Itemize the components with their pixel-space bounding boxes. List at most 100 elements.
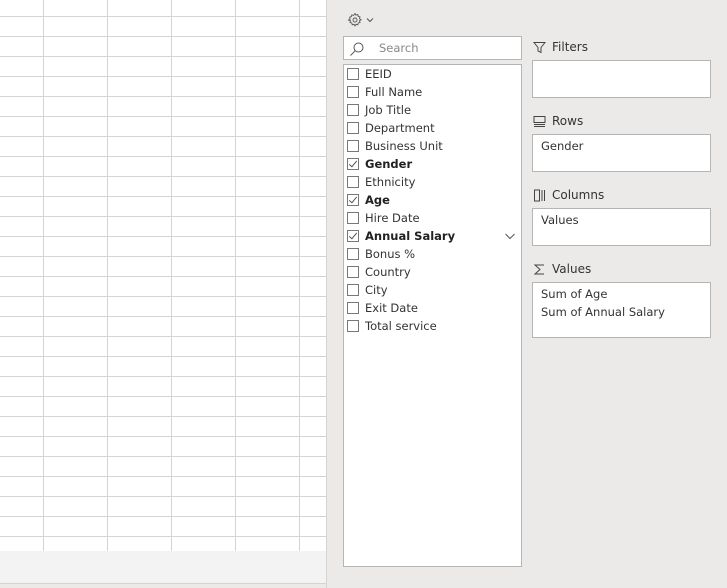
field-item[interactable]: Department <box>347 119 519 137</box>
field-checkbox[interactable] <box>347 212 359 224</box>
row-gridline <box>0 356 326 357</box>
row-gridline <box>0 196 326 197</box>
field-item[interactable]: Annual Salary <box>347 227 519 245</box>
columns-item[interactable]: Values <box>541 211 702 229</box>
rows-drop-area[interactable]: Gender <box>532 134 711 172</box>
row-gridline <box>0 156 326 157</box>
field-checkbox[interactable] <box>347 158 359 170</box>
row-gridline <box>0 276 326 277</box>
field-label: EEID <box>365 67 392 81</box>
row-gridline <box>0 96 326 97</box>
field-item[interactable]: Bonus % <box>347 245 519 263</box>
field-item[interactable]: City <box>347 281 519 299</box>
values-drop-area[interactable]: Sum of Age Sum of Annual Salary <box>532 282 711 338</box>
field-label: Department <box>365 121 435 135</box>
values-item[interactable]: Sum of Age <box>541 285 702 303</box>
field-item[interactable]: Gender <box>347 155 519 173</box>
row-gridline <box>0 416 326 417</box>
row-gridline <box>0 216 326 217</box>
field-item[interactable]: Full Name <box>347 83 519 101</box>
row-gridline <box>0 76 326 77</box>
row-gridline <box>0 476 326 477</box>
row-gridline <box>0 396 326 397</box>
field-checkbox[interactable] <box>347 68 359 80</box>
field-checkbox[interactable] <box>347 176 359 188</box>
field-checkbox[interactable] <box>347 266 359 278</box>
row-gridline <box>0 536 326 537</box>
rows-title: Rows <box>552 114 584 128</box>
row-gridline <box>0 36 326 37</box>
search-input[interactable] <box>379 40 514 56</box>
pane-divider[interactable] <box>326 0 327 588</box>
field-label: Exit Date <box>365 301 418 315</box>
sheet-footer <box>0 551 326 584</box>
values-header: Values <box>533 262 591 276</box>
row-gridline <box>0 336 326 337</box>
field-label: Total service <box>365 319 437 333</box>
row-gridline <box>0 296 326 297</box>
values-title: Values <box>552 262 592 276</box>
row-gridline <box>0 436 326 437</box>
field-item[interactable]: Exit Date <box>347 299 519 317</box>
column-gridline <box>235 0 236 551</box>
chevron-down-icon[interactable] <box>504 230 516 242</box>
field-item[interactable]: Hire Date <box>347 209 519 227</box>
field-checkbox[interactable] <box>347 194 359 206</box>
settings-button[interactable] <box>347 12 377 28</box>
values-item[interactable]: Sum of Annual Salary <box>541 303 702 321</box>
field-label: Job Title <box>365 103 412 117</box>
field-item[interactable]: Country <box>347 263 519 281</box>
row-gridline <box>0 376 326 377</box>
row-gridline <box>0 116 326 117</box>
column-gridline <box>43 0 44 551</box>
field-label: Country <box>365 265 411 279</box>
rows-item[interactable]: Gender <box>541 137 702 155</box>
rows-icon <box>533 115 546 127</box>
field-checkbox[interactable] <box>347 284 359 296</box>
columns-header: Columns <box>533 188 604 202</box>
row-gridline <box>0 16 326 17</box>
columns-title: Columns <box>552 188 605 202</box>
field-checkbox[interactable] <box>347 302 359 314</box>
field-checkbox[interactable] <box>347 248 359 260</box>
filters-drop-area[interactable] <box>532 60 711 98</box>
row-gridline <box>0 236 326 237</box>
field-item[interactable]: Business Unit <box>347 137 519 155</box>
field-checkbox[interactable] <box>347 122 359 134</box>
sigma-icon <box>533 264 544 274</box>
field-item[interactable]: Age <box>347 191 519 209</box>
columns-icon <box>534 189 545 201</box>
field-checkbox[interactable] <box>347 320 359 332</box>
spreadsheet-grid[interactable] <box>0 0 326 551</box>
field-item[interactable]: Job Title <box>347 101 519 119</box>
filters-title: Filters <box>552 40 588 54</box>
field-search[interactable] <box>343 36 522 60</box>
rows-header: Rows <box>533 114 583 128</box>
row-gridline <box>0 256 326 257</box>
field-label: Hire Date <box>365 211 420 225</box>
field-checkbox[interactable] <box>347 86 359 98</box>
column-gridline <box>171 0 172 551</box>
filter-icon <box>533 41 546 53</box>
field-label: Gender <box>365 157 413 171</box>
column-gridline <box>107 0 108 551</box>
row-gridline <box>0 456 326 457</box>
row-gridline <box>0 176 326 177</box>
field-label: Age <box>365 193 390 207</box>
field-checkbox[interactable] <box>347 140 359 152</box>
field-item[interactable]: Ethnicity <box>347 173 519 191</box>
columns-drop-area[interactable]: Values <box>532 208 711 246</box>
field-checkbox[interactable] <box>347 230 359 242</box>
field-label: City <box>365 283 388 297</box>
field-label: Full Name <box>365 85 423 99</box>
field-label: Business Unit <box>365 139 443 153</box>
row-gridline <box>0 516 326 517</box>
field-item[interactable]: Total service <box>347 317 519 335</box>
filters-header: Filters <box>533 40 588 54</box>
column-gridline <box>299 0 300 551</box>
row-gridline <box>0 496 326 497</box>
row-gridline <box>0 316 326 317</box>
field-item[interactable]: EEID <box>347 65 519 83</box>
field-checkbox[interactable] <box>347 104 359 116</box>
field-list: EEID Full Name Job Title Department Business… <box>343 64 522 567</box>
